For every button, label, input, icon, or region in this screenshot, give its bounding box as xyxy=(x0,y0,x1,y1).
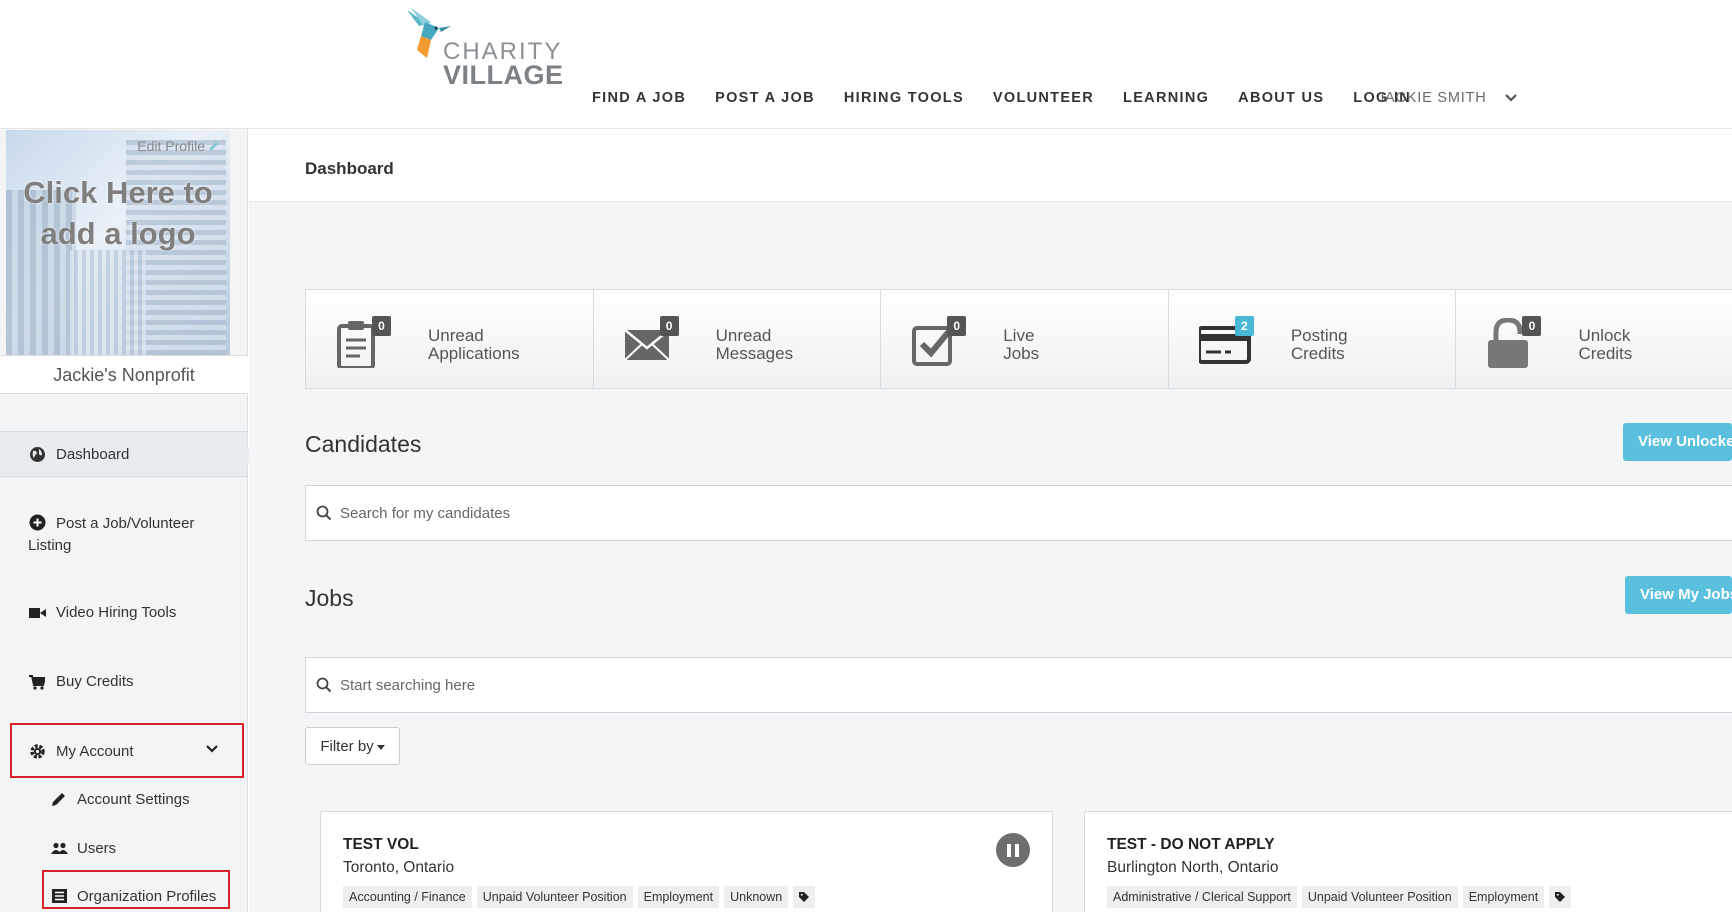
nav-hiring-tools[interactable]: HIRING TOOLS xyxy=(844,90,964,106)
job-tag: Administrative / Clerical Support xyxy=(1107,886,1297,908)
count-badge: 2 xyxy=(1234,316,1254,336)
jobs-heading: Jobs xyxy=(305,585,354,611)
job-card[interactable]: TEST - DO NOT APPLY Burlington North, On… xyxy=(1084,811,1732,912)
user-name: JACKIE SMITH xyxy=(1377,90,1487,106)
jobs-search xyxy=(305,657,1732,713)
tag-icon xyxy=(793,886,816,908)
page-title: Dashboard xyxy=(305,159,394,178)
stat-label: Posting Credits xyxy=(1290,326,1348,363)
count-badge: 0 xyxy=(947,316,967,336)
pencil-icon xyxy=(209,142,218,151)
job-location: Toronto, Ontario xyxy=(343,859,455,876)
stat-live-jobs[interactable]: 0 Live Jobs xyxy=(881,290,1169,388)
job-tag: Accounting / Finance xyxy=(343,886,472,908)
building-image xyxy=(66,250,146,355)
chevron-down-icon xyxy=(1504,94,1517,102)
sidebar-item-post-a-job[interactable]: Post a Job/Volunteer Listing xyxy=(0,513,247,557)
users-icon xyxy=(50,839,68,857)
job-tags: Administrative / Clerical Support Unpaid… xyxy=(1107,886,1572,908)
view-my-jobs-button[interactable]: View My Jobs xyxy=(1625,576,1732,614)
stat-posting-credits[interactable]: 2 Posting Credits xyxy=(1168,290,1457,388)
stat-unread-messages[interactable]: 0 Unread Messages xyxy=(593,290,882,388)
job-tag: Unknown xyxy=(724,886,789,908)
list-icon xyxy=(50,887,68,905)
stat-label: Unlock Credits xyxy=(1578,326,1633,363)
pause-button[interactable] xyxy=(996,833,1030,867)
sidebar-subitem-account-settings[interactable]: Account Settings xyxy=(50,790,190,808)
chevron-down-icon xyxy=(206,745,218,753)
page-header: Dashboard xyxy=(249,129,1732,202)
view-unlocked-button[interactable]: View Unlocked xyxy=(1623,423,1732,461)
sidebar-item-label: My Account xyxy=(56,742,134,760)
sidebar-item-label: Dashboard xyxy=(56,445,130,463)
stats-bar: 0 Unread Applications 0 Unread Messages xyxy=(305,289,1732,389)
sidebar-item-label: Video Hiring Tools xyxy=(56,604,177,621)
sidebar-item-my-account[interactable]: My Account xyxy=(0,742,247,760)
job-tag: Employment xyxy=(1462,886,1545,908)
pencil-icon xyxy=(50,790,68,808)
cart-icon xyxy=(28,673,46,691)
stat-label: Live Jobs xyxy=(1003,326,1040,363)
nav-volunteer[interactable]: VOLUNTEER xyxy=(993,90,1094,106)
nav-about-us[interactable]: ABOUT US xyxy=(1238,90,1324,106)
stat-unread-applications[interactable]: 0 Unread Applications xyxy=(306,290,594,388)
logo-upload-area[interactable]: Click Here to add a logo Edit Profile xyxy=(6,130,230,355)
count-badge: 0 xyxy=(659,316,679,336)
job-tags: Accounting / Finance Unpaid Volunteer Po… xyxy=(343,886,816,908)
caret-down-icon xyxy=(376,744,385,750)
logo-placeholder-text: Click Here to add a logo xyxy=(23,175,213,251)
count-badge: 0 xyxy=(372,316,391,336)
job-location: Burlington North, Ontario xyxy=(1107,859,1279,876)
stat-unlock-credits[interactable]: 0 Unlock Credits xyxy=(1456,290,1732,388)
sidebar-subitem-organization-profiles[interactable]: Organization Profiles xyxy=(50,887,216,905)
job-tag: Employment xyxy=(637,886,720,908)
logo-word-village: VILLAGE xyxy=(443,60,564,90)
candidates-search xyxy=(305,485,1732,541)
sidebar-item-label: Buy Credits xyxy=(56,673,134,690)
tag-icon xyxy=(1549,886,1572,908)
plus-circle-icon xyxy=(28,514,46,532)
site-header: CHARITY VILLAGE FIND A JOB POST A JOB HI… xyxy=(0,0,1732,129)
stat-label: Unread Messages xyxy=(715,326,794,363)
stat-label: Unread Applications xyxy=(428,326,520,363)
sidebar-item-label: Post a Job/Volunteer Listing xyxy=(28,515,195,554)
job-card[interactable]: TEST VOL Toronto, Ontario Accounting / F… xyxy=(320,811,1053,912)
main-content: Dashboard 0 Unread Applications 0 Unread… xyxy=(249,129,1732,912)
sidebar: Click Here to add a logo Edit Profile Ja… xyxy=(0,129,256,912)
search-icon xyxy=(316,677,332,693)
video-camera-icon xyxy=(28,604,46,622)
filter-by-dropdown[interactable]: Filter by xyxy=(305,727,400,765)
top-nav: FIND A JOB POST A JOB HIRING TOOLS VOLUN… xyxy=(592,90,1440,106)
user-menu[interactable]: JACKIE SMITH xyxy=(1377,90,1519,106)
search-icon xyxy=(316,505,332,521)
organization-name: Jackie's Nonprofit xyxy=(0,355,248,394)
candidates-heading: Candidates xyxy=(305,431,422,457)
nav-post-a-job[interactable]: POST A JOB xyxy=(715,90,815,106)
candidates-search-input[interactable] xyxy=(340,504,1640,522)
charity-village-logo[interactable]: CHARITY VILLAGE xyxy=(405,6,563,90)
sidebar-subitem-users[interactable]: Users xyxy=(50,839,116,857)
sidebar-item-dashboard[interactable]: Dashboard xyxy=(0,431,256,477)
count-badge: 0 xyxy=(1522,316,1542,336)
job-tag: Unpaid Volunteer Position xyxy=(476,886,633,908)
edit-profile-link[interactable]: Edit Profile xyxy=(137,138,220,154)
jobs-search-input[interactable] xyxy=(340,676,1640,694)
nav-learning[interactable]: LEARNING xyxy=(1123,90,1209,106)
sidebar-item-video-hiring-tools[interactable]: Video Hiring Tools xyxy=(0,604,247,622)
nav-find-a-job[interactable]: FIND A JOB xyxy=(592,90,686,106)
job-title[interactable]: TEST - DO NOT APPLY xyxy=(1107,836,1275,854)
gear-icon xyxy=(28,742,46,760)
globe-icon xyxy=(28,445,46,463)
sidebar-item-buy-credits[interactable]: Buy Credits xyxy=(0,673,247,691)
job-tag: Unpaid Volunteer Position xyxy=(1301,886,1458,908)
job-title[interactable]: TEST VOL xyxy=(343,836,419,854)
